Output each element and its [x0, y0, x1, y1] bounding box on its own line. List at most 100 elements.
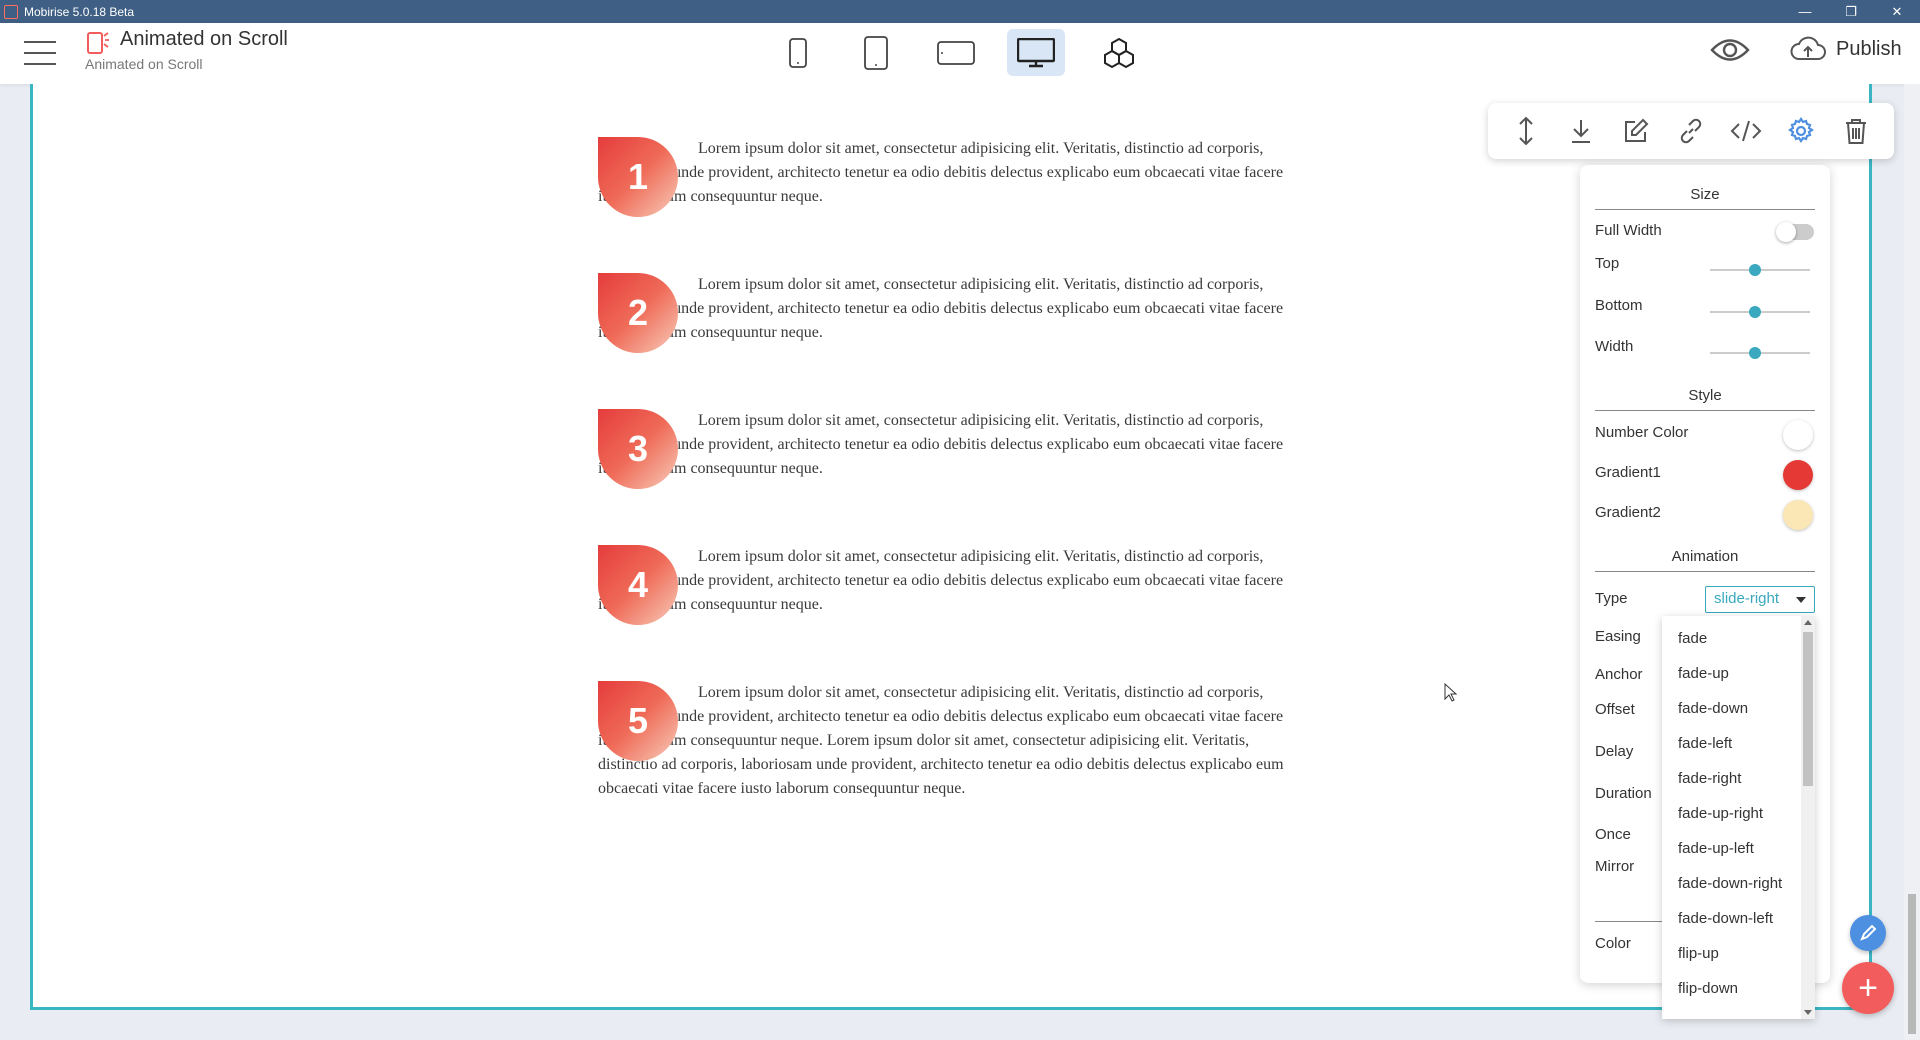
dropdown-option[interactable]: fade-up [1678, 665, 1729, 682]
gradient2-label: Gradient2 [1595, 504, 1661, 521]
number-badge: 4 [598, 545, 678, 625]
chevron-down-icon [1796, 597, 1806, 603]
list-item[interactable]: 4 Lorem ipsum dolor sit amet, consectetu… [598, 545, 1298, 625]
gear-icon[interactable] [1782, 112, 1820, 150]
scrollbar-thumb[interactable] [1803, 632, 1813, 786]
number-color-label: Number Color [1595, 424, 1689, 441]
publish-button[interactable]: Publish [1790, 35, 1902, 63]
color-label: Color [1595, 935, 1631, 952]
window-title: Mobirise 5.0.18 Beta [24, 4, 135, 19]
toggle-knob [1776, 222, 1796, 242]
easing-label: Easing [1595, 628, 1641, 645]
add-block-button[interactable]: + [1842, 962, 1894, 1014]
duration-label: Duration [1595, 785, 1652, 802]
code-icon[interactable] [1727, 112, 1765, 150]
full-width-toggle[interactable] [1776, 222, 1814, 242]
animation-type-value: slide-right [1714, 590, 1780, 607]
width-label: Width [1595, 338, 1634, 355]
top-slider[interactable] [1710, 264, 1810, 276]
number-color-swatch[interactable] [1783, 420, 1813, 450]
number-badge: 2 [598, 273, 678, 353]
slider-thumb[interactable] [1749, 264, 1761, 276]
dropdown-option[interactable]: fade-down-left [1678, 910, 1773, 927]
animation-type-select[interactable]: slide-right [1705, 586, 1815, 613]
item-text: Lorem ipsum dolor sit amet, consectetur … [598, 276, 1284, 341]
page-title[interactable]: Animated on Scroll [120, 28, 288, 51]
page-subtitle: Animated on Scroll [85, 56, 203, 72]
download-icon[interactable] [1562, 112, 1600, 150]
app-toolbar: Animated on Scroll Animated on Scroll Pu… [0, 23, 1920, 84]
minimize-icon[interactable]: — [1782, 0, 1828, 23]
once-label: Once [1595, 826, 1631, 843]
scroll-down-arrow-icon[interactable] [1804, 1010, 1812, 1015]
animation-heading: Animation [1595, 548, 1815, 572]
window-title-bar: Mobirise 5.0.18 Beta — ❐ ✕ [0, 0, 1920, 23]
preview-eye-icon[interactable] [1710, 37, 1750, 63]
item-text: Lorem ipsum dolor sit amet, consectetur … [598, 684, 1284, 797]
edit-theme-button[interactable] [1850, 915, 1886, 951]
edit-icon[interactable] [1617, 112, 1655, 150]
close-icon[interactable]: ✕ [1874, 0, 1920, 23]
animation-type-dropdown: fade fade-up fade-down fade-left fade-ri… [1662, 616, 1815, 1019]
mobile-portrait-icon[interactable] [769, 29, 827, 76]
number-badge: 3 [598, 409, 678, 489]
restore-icon[interactable]: ❐ [1828, 0, 1874, 23]
move-icon[interactable] [1507, 112, 1545, 150]
extensions-cubes-icon[interactable] [1090, 29, 1148, 76]
page-scrollbar[interactable] [1904, 84, 1920, 1040]
top-label: Top [1595, 255, 1620, 272]
slider-thumb[interactable] [1749, 306, 1761, 318]
page-icon [87, 32, 109, 54]
dropdown-option[interactable]: fade [1678, 630, 1707, 647]
dropdown-option[interactable]: flip-up [1678, 945, 1719, 962]
anchor-label: Anchor [1595, 666, 1643, 683]
block-toolbar [1488, 103, 1894, 159]
menu-icon[interactable] [24, 41, 56, 65]
plus-icon: + [1858, 968, 1878, 1007]
list-item[interactable]: 2 Lorem ipsum dolor sit amet, consectetu… [598, 273, 1298, 353]
number-badge: 1 [598, 137, 678, 217]
mirror-label: Mirror [1595, 858, 1635, 875]
tablet-portrait-icon[interactable] [847, 29, 905, 76]
style-heading: Style [1595, 387, 1815, 411]
type-label: Type [1595, 590, 1628, 607]
gradient1-label: Gradient1 [1595, 464, 1661, 481]
bottom-label: Bottom [1595, 297, 1643, 314]
desktop-icon[interactable] [1007, 29, 1065, 76]
item-text: Lorem ipsum dolor sit amet, consectetur … [598, 548, 1284, 613]
list-item[interactable]: 3 Lorem ipsum dolor sit amet, consectetu… [598, 409, 1298, 489]
dropdown-option[interactable]: fade-down [1678, 700, 1748, 717]
dropdown-option[interactable]: fade-up-right [1678, 805, 1763, 822]
list-item[interactable]: 5 Lorem ipsum dolor sit amet, consectetu… [598, 681, 1298, 801]
scroll-up-arrow-icon[interactable] [1804, 620, 1812, 625]
trash-icon[interactable] [1837, 112, 1875, 150]
list-item[interactable]: 1 Lorem ipsum dolor sit amet, consectetu… [598, 137, 1298, 217]
pencil-icon [1860, 924, 1877, 941]
cloud-upload-icon [1790, 36, 1826, 60]
gradient1-swatch[interactable] [1783, 460, 1813, 490]
item-text: Lorem ipsum dolor sit amet, consectetur … [598, 140, 1284, 205]
delay-label: Delay [1595, 743, 1634, 760]
slider-thumb[interactable] [1749, 347, 1761, 359]
offset-label: Offset [1595, 701, 1635, 718]
mouse-cursor-icon [1444, 683, 1458, 702]
scrollbar-thumb[interactable] [1908, 894, 1916, 1034]
dropdown-option[interactable]: fade-left [1678, 735, 1732, 752]
dropdown-option[interactable]: flip-down [1678, 980, 1738, 997]
mobirise-logo-icon [4, 4, 18, 19]
gradient2-swatch[interactable] [1783, 500, 1813, 530]
width-slider[interactable] [1710, 347, 1810, 359]
dropdown-scrollbar[interactable] [1801, 616, 1815, 1019]
full-width-label: Full Width [1595, 222, 1662, 239]
dropdown-option[interactable]: fade-right [1678, 770, 1741, 787]
publish-label: Publish [1836, 37, 1902, 60]
number-badge: 5 [598, 681, 678, 761]
divider [1595, 921, 1665, 922]
item-text: Lorem ipsum dolor sit amet, consectetur … [598, 412, 1284, 477]
dropdown-option[interactable]: fade-down-right [1678, 875, 1782, 892]
tablet-landscape-icon[interactable] [927, 29, 985, 76]
bottom-slider[interactable] [1710, 306, 1810, 318]
size-heading: Size [1595, 186, 1815, 210]
link-icon[interactable] [1672, 112, 1710, 150]
dropdown-option[interactable]: fade-up-left [1678, 840, 1754, 857]
